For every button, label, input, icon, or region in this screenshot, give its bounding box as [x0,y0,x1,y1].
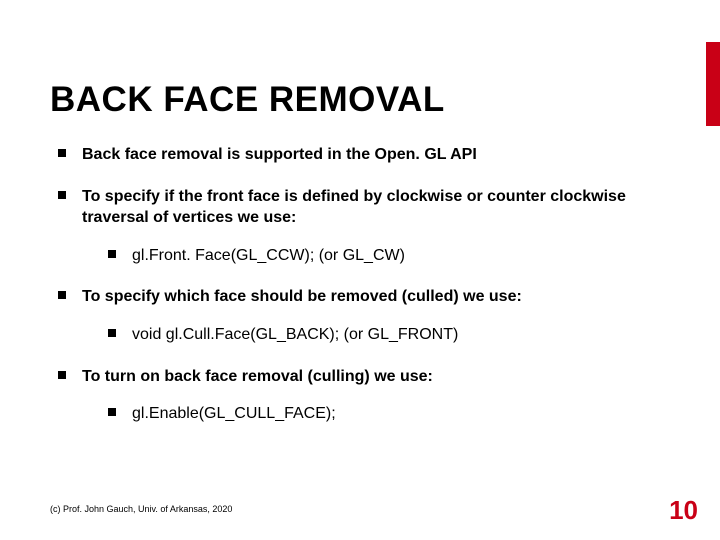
sub-bullet-text: void gl.Cull.Face(GL_BACK); (or GL_FRONT… [132,326,458,343]
bullet-item: To specify if the front face is defined … [56,186,670,267]
bullet-item: To specify which face should be removed … [56,286,670,345]
bullet-text: To specify which face should be removed … [82,288,522,305]
sub-bullet-item: gl.Enable(GL_CULL_FACE); [106,403,670,425]
bullet-text: To turn on back face removal (culling) w… [82,368,433,385]
sub-bullet-item: gl.Front. Face(GL_CCW); (or GL_CW) [106,245,670,267]
sub-bullet-list: void gl.Cull.Face(GL_BACK); (or GL_FRONT… [82,324,670,346]
page-number: 10 [669,495,698,526]
sub-bullet-text: gl.Front. Face(GL_CCW); (or GL_CW) [132,247,405,264]
sub-bullet-list: gl.Enable(GL_CULL_FACE); [82,403,670,425]
sub-bullet-list: gl.Front. Face(GL_CCW); (or GL_CW) [82,245,670,267]
bullet-item: Back face removal is supported in the Op… [56,144,670,166]
accent-bar [706,42,720,126]
bullet-text: To specify if the front face is defined … [82,188,626,227]
bullet-list: Back face removal is supported in the Op… [50,144,670,425]
bullet-item: To turn on back face removal (culling) w… [56,366,670,425]
slide-title: BACK FACE REMOVAL [50,80,670,120]
bullet-text: Back face removal is supported in the Op… [82,146,477,163]
footer-copyright: (c) Prof. John Gauch, Univ. of Arkansas,… [50,504,232,514]
sub-bullet-text: gl.Enable(GL_CULL_FACE); [132,405,336,422]
slide: BACK FACE REMOVAL Back face removal is s… [0,0,720,540]
sub-bullet-item: void gl.Cull.Face(GL_BACK); (or GL_FRONT… [106,324,670,346]
